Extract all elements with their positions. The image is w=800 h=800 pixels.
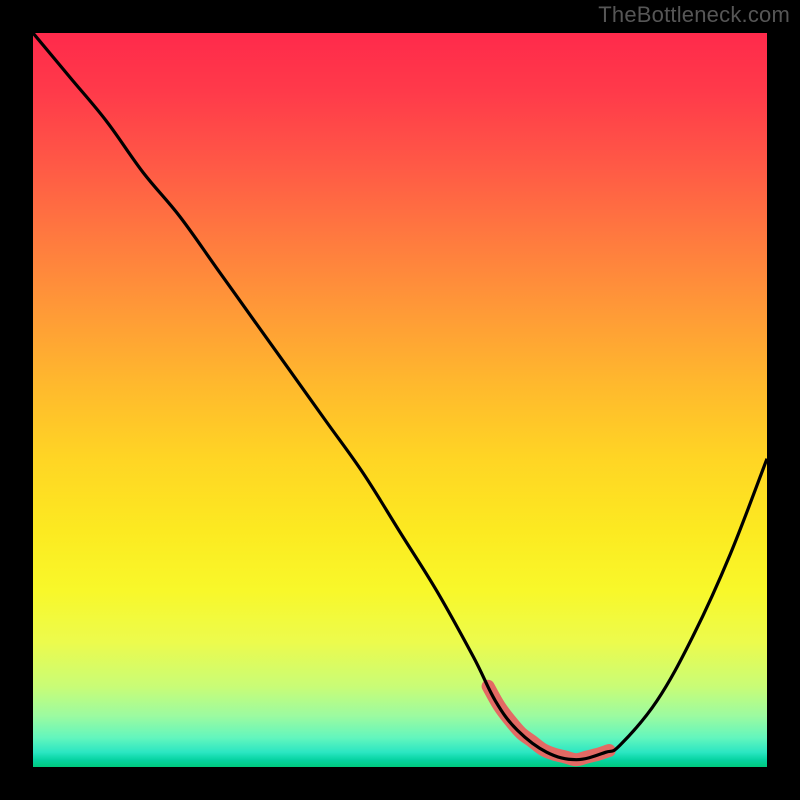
optimal-band — [488, 686, 609, 759]
chart-frame: TheBottleneck.com — [0, 0, 800, 800]
bottleneck-curve-line — [33, 33, 767, 760]
plot-area — [33, 33, 767, 767]
curve-svg — [33, 33, 767, 767]
attribution-text: TheBottleneck.com — [598, 2, 790, 28]
